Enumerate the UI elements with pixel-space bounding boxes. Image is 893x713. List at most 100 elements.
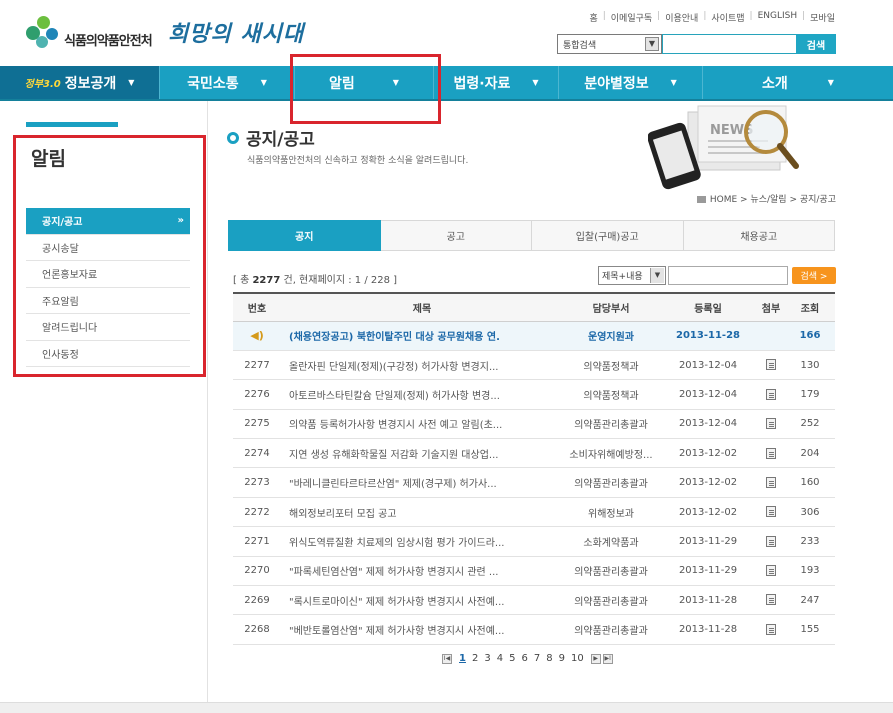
attachment-file-icon[interactable] <box>766 418 776 430</box>
attachment-file-icon[interactable] <box>766 594 776 606</box>
util-email-subscribe-link[interactable]: 이메일구독 <box>611 11 652 24</box>
page-link[interactable]: 9 <box>559 653 565 664</box>
table-row[interactable]: 2275 의약품 등록허가사항 변경지시 사전 예고 알림(초... 의약품관리총괄… <box>233 409 835 440</box>
row-title-link[interactable]: "파록세틴염산염" 제제 허가사항 변경지시 관련 ... <box>281 556 563 587</box>
page-link[interactable]: 10 <box>571 653 584 664</box>
page-link[interactable]: 3 <box>484 653 490 664</box>
row-attach[interactable] <box>757 467 785 498</box>
gnb-item-notice[interactable]: 알림 ▼ <box>295 66 434 99</box>
table-row[interactable]: 2273 "바레니클린타르타르산염" 제제(경구제) 허가사... 의약품관리총괄과… <box>233 467 835 498</box>
util-mobile-link[interactable]: 모바일 <box>810 11 835 24</box>
attachment-file-icon[interactable] <box>766 535 776 547</box>
gnb-item-about[interactable]: 소개 ▼ <box>703 66 893 99</box>
table-row[interactable]: 2269 "록시트로마이신" 제제 허가사항 변경지시 사전예... 의약품관리총괄… <box>233 585 835 616</box>
col-header-date: 등록일 <box>659 293 757 322</box>
gnb-item-communication[interactable]: 국민소통 ▼ <box>160 66 295 99</box>
page-link[interactable]: 1 <box>459 653 466 664</box>
row-number: 2271 <box>233 526 281 557</box>
page-link[interactable]: 2 <box>472 653 478 664</box>
util-home-link[interactable]: 홈 <box>589 11 597 24</box>
attachment-file-icon[interactable] <box>766 447 776 459</box>
row-title-link[interactable]: 지연 생성 유해화학물질 저감화 기술지원 대상업... <box>281 438 563 469</box>
board-search-field-select[interactable]: 제목+내용 ▼ <box>598 266 666 285</box>
table-row[interactable]: 2274 지연 생성 유해화학물질 저감화 기술지원 대상업... 소비자위해예방정… <box>233 438 835 469</box>
tab-notice[interactable]: 공지 <box>228 220 381 251</box>
table-row[interactable]: 2276 아토르바스타틴칼슘 단일제(정제) 허가사항 변경... 의약품정책과 20… <box>233 379 835 410</box>
attachment-file-icon[interactable] <box>766 476 776 488</box>
row-attach[interactable] <box>757 497 785 528</box>
col-header-number: 번호 <box>233 293 281 322</box>
search-input[interactable] <box>662 34 796 54</box>
row-title-link[interactable]: 의약품 등록허가사항 변경지시 사전 예고 알림(초... <box>281 409 563 440</box>
news-phone-illustration: NEWS <box>648 105 799 190</box>
page-link[interactable]: 4 <box>497 653 503 664</box>
first-page-icon[interactable]: I◀ <box>442 653 452 664</box>
gnb-item-info-disclosure[interactable]: 정부3.0 정보공개 ▼ <box>0 66 160 99</box>
row-attach[interactable] <box>757 556 785 587</box>
gnb-item-field-info[interactable]: 분야별정보 ▼ <box>559 66 703 99</box>
page-link[interactable]: 7 <box>534 653 540 664</box>
attachment-file-icon[interactable] <box>766 388 776 400</box>
sidebar-item-public-service[interactable]: 공시송달 <box>26 235 190 261</box>
row-attach[interactable] <box>757 526 785 557</box>
notice-title-link[interactable]: (채용연장공고) 북한이탈주민 대상 공무원채용 연. <box>281 321 563 351</box>
sidebar-item-main-notice[interactable]: 주요알림 <box>26 288 190 314</box>
last-page-icon[interactable]: ▶I <box>602 653 613 664</box>
row-title-link[interactable]: 올란자핀 단일제(정제)(구강정) 허가사항 변경지... <box>281 350 563 381</box>
tab-announcement[interactable]: 공고 <box>380 220 532 251</box>
tab-recruit[interactable]: 채용공고 <box>683 220 835 251</box>
next-page-icon[interactable]: ▶ <box>590 653 601 664</box>
search-button[interactable]: 검색 <box>796 34 836 54</box>
page-link[interactable]: 5 <box>509 653 515 664</box>
page: 식품의약품안전처 희망의 새시대 홈 | 이메일구독 | 이용안내 | 사이트맵 | E… <box>0 0 893 713</box>
caret-down-icon: ▼ <box>532 78 539 87</box>
caret-down-icon: ▼ <box>827 78 834 87</box>
left-sidebar: 알림 공지/공고 » 공시송달 언론홍보자료 주요알림 알려드립니다 인사동정 <box>0 101 208 713</box>
table-row[interactable]: 2268 "베반토롤염산염" 제제 허가사항 변경지시 사전예... 의약품관리총괄… <box>233 614 835 645</box>
row-title-link[interactable]: 위식도역류질환 치료제의 임상시험 평가 가이드라... <box>281 526 563 557</box>
row-attach[interactable] <box>757 614 785 645</box>
table-row-notice[interactable]: ◀) (채용연장공고) 북한이탈주민 대상 공무원채용 연. 운영지원과 201… <box>233 321 835 351</box>
search-scope-select[interactable]: 통합검색 ▼ <box>557 34 662 54</box>
table-row[interactable]: 2272 해외정보리포터 모집 공고 위해정보과 2013-12-02 306 <box>233 497 835 528</box>
tab-bid[interactable]: 입찰(구매)공고 <box>532 220 684 251</box>
sidebar-item-personnel[interactable]: 인사동정 <box>26 341 190 367</box>
attachment-file-icon[interactable] <box>766 359 776 371</box>
row-title-link[interactable]: "바레니클린타르타르산염" 제제(경구제) 허가사... <box>281 467 563 498</box>
attachment-file-icon[interactable] <box>766 623 776 635</box>
row-number: 2268 <box>233 614 281 645</box>
board-search-input[interactable] <box>668 266 788 285</box>
row-attach[interactable] <box>757 409 785 440</box>
gnb-item-law-data[interactable]: 법령·자료 ▼ <box>434 66 559 99</box>
row-title-link[interactable]: "록시트로마이신" 제제 허가사항 변경지시 사전예... <box>281 585 563 616</box>
chevron-down-icon: ▼ <box>645 37 659 51</box>
sidebar-item-announcements[interactable]: 알려드립니다 <box>26 314 190 341</box>
logo[interactable]: 식품의약품안전처 <box>26 12 153 52</box>
table-row[interactable]: 2271 위식도역류질환 치료제의 임상시험 평가 가이드라... 소화계약품과 20… <box>233 526 835 557</box>
col-header-dept: 담당부서 <box>563 293 659 322</box>
util-english-link[interactable]: ENGLISH <box>758 11 798 24</box>
page-link[interactable]: 6 <box>521 653 527 664</box>
row-attach[interactable] <box>757 350 785 381</box>
table-row[interactable]: 2270 "파록세틴염산염" 제제 허가사항 변경지시 관련 ... 의약품관리총괄… <box>233 556 835 587</box>
util-sitemap-link[interactable]: 사이트맵 <box>711 11 744 24</box>
sidebar-item-press-release[interactable]: 언론홍보자료 <box>26 261 190 288</box>
attachment-file-icon[interactable] <box>766 565 776 577</box>
row-dept: 의약품관리총괄과 <box>563 585 659 616</box>
row-views: 204 <box>785 438 835 469</box>
row-views: 306 <box>785 497 835 528</box>
row-title-link[interactable]: "베반토롤염산염" 제제 허가사항 변경지시 사전예... <box>281 614 563 645</box>
row-title-link[interactable]: 해외정보리포터 모집 공고 <box>281 497 563 528</box>
table-row[interactable]: 2277 올란자핀 단일제(정제)(구강정) 허가사항 변경지... 의약품정책과 2… <box>233 350 835 381</box>
row-dept: 의약품관리총괄과 <box>563 614 659 645</box>
util-guide-link[interactable]: 이용안내 <box>665 11 698 24</box>
sidebar-item-notice-announcement[interactable]: 공지/공고 » <box>26 208 190 235</box>
row-title-link[interactable]: 아토르바스타틴칼슘 단일제(정제) 허가사항 변경... <box>281 379 563 410</box>
row-dept: 소비자위해예방정... <box>563 438 659 469</box>
board-search-button[interactable]: 검색 > <box>792 267 836 284</box>
page-link[interactable]: 8 <box>546 653 552 664</box>
row-attach[interactable] <box>757 585 785 616</box>
attachment-file-icon[interactable] <box>766 506 776 518</box>
row-attach[interactable] <box>757 438 785 469</box>
row-attach[interactable] <box>757 379 785 410</box>
